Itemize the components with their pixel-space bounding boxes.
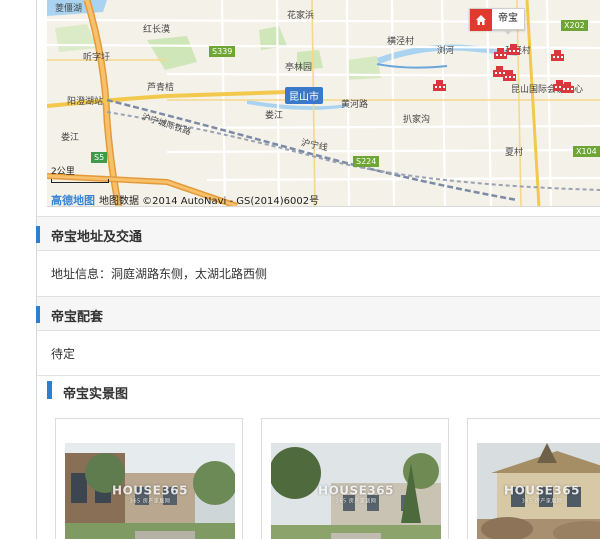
property-pin[interactable]: 帝宝: [469, 8, 525, 35]
building-marker-icon[interactable]: [507, 44, 520, 55]
facilities-section-header: 帝宝配套: [36, 296, 600, 331]
photo-watermark: HOUSE365 365 房产家居网: [504, 483, 580, 505]
section-title: 帝宝实景图: [63, 387, 129, 402]
map-place-label: 听字圩: [83, 53, 111, 63]
map-scale-label: 2公里: [51, 167, 75, 177]
building-marker-icon[interactable]: [433, 80, 446, 91]
section-title: 帝宝地址及交通: [51, 230, 143, 245]
map-place-label: 阳澄湖站: [67, 97, 104, 107]
map-place-label: 黄河路: [341, 100, 369, 110]
photo-thumbnail[interactable]: HOUSE365 365 房产家居网: [55, 418, 243, 539]
photo-image: HOUSE365 365 房产家居网: [477, 443, 600, 539]
facilities-text: 待定: [51, 347, 76, 361]
map-place-label: 芦青桔: [147, 83, 175, 93]
map-place-label: 娄江: [61, 133, 80, 143]
address-text: 地址信息：洞庭湖路东侧，太湖北路西侧: [51, 267, 268, 281]
photo-image: HOUSE365 365 房产家居网: [271, 443, 441, 539]
photo-watermark: HOUSE365 365 房产家居网: [112, 483, 188, 505]
page: 菱僵湖 花家浜 红长漠 横泾村 孙泾村 听字圩 亭林园 芦青桔 阳澄湖站 黄河路…: [36, 0, 600, 539]
photo-watermark: HOUSE365 365 房产家居网: [318, 483, 394, 505]
map-place-label: 扒家沟: [403, 115, 431, 125]
location-map[interactable]: 菱僵湖 花家浜 红长漠 横泾村 孙泾村 听字圩 亭林园 芦青桔 阳澄湖站 黄河路…: [47, 0, 600, 207]
map-place-label: 娄江: [265, 111, 284, 121]
address-section-header: 帝宝地址及交通: [36, 216, 600, 251]
map-copyright: 高德地图 地图数据 ©2014 AutoNavi - GS(2014)6002号: [51, 192, 320, 207]
building-marker-icon[interactable]: [503, 70, 516, 81]
photo-image: HOUSE365 365 房产家居网: [65, 443, 235, 539]
map-place-label: 菱僵湖: [55, 4, 83, 14]
city-badge: 昆山市: [285, 87, 323, 104]
map-base: [47, 0, 600, 206]
building-marker-icon[interactable]: [561, 82, 574, 93]
road-shield-s224: S224: [353, 156, 380, 167]
home-icon: [470, 9, 492, 31]
map-place-label: 花家浜: [287, 11, 315, 21]
road-shield-s5: S5: [91, 152, 108, 163]
map-place-label: 夏村: [505, 148, 524, 158]
photo-thumbnail[interactable]: HOUSE365 365 房产家居网: [467, 418, 600, 539]
photo-thumbnail[interactable]: HOUSE365 365 房产家居网: [261, 418, 449, 539]
building-marker-icon[interactable]: [551, 50, 564, 61]
road-shield-x104: X104: [573, 146, 600, 157]
pin-label: 帝宝: [498, 13, 518, 24]
divider: [37, 375, 600, 376]
amap-logo: 高德地图: [51, 194, 95, 207]
road-shield-x202: X202: [561, 20, 588, 31]
copyright-text: 地图数据 ©2014 AutoNavi - GS(2014)6002号: [99, 196, 320, 207]
section-title: 帝宝配套: [51, 310, 104, 325]
building-marker-icon[interactable]: [494, 48, 507, 59]
map-place-label: 浏河: [437, 46, 455, 56]
map-scale-bar: [51, 179, 109, 183]
map-place-label: 红长漠: [143, 25, 171, 35]
road-shield-s339: S339: [209, 46, 236, 57]
map-place-label: 亭林园: [285, 63, 313, 73]
map-place-label: 横泾村: [387, 37, 415, 47]
